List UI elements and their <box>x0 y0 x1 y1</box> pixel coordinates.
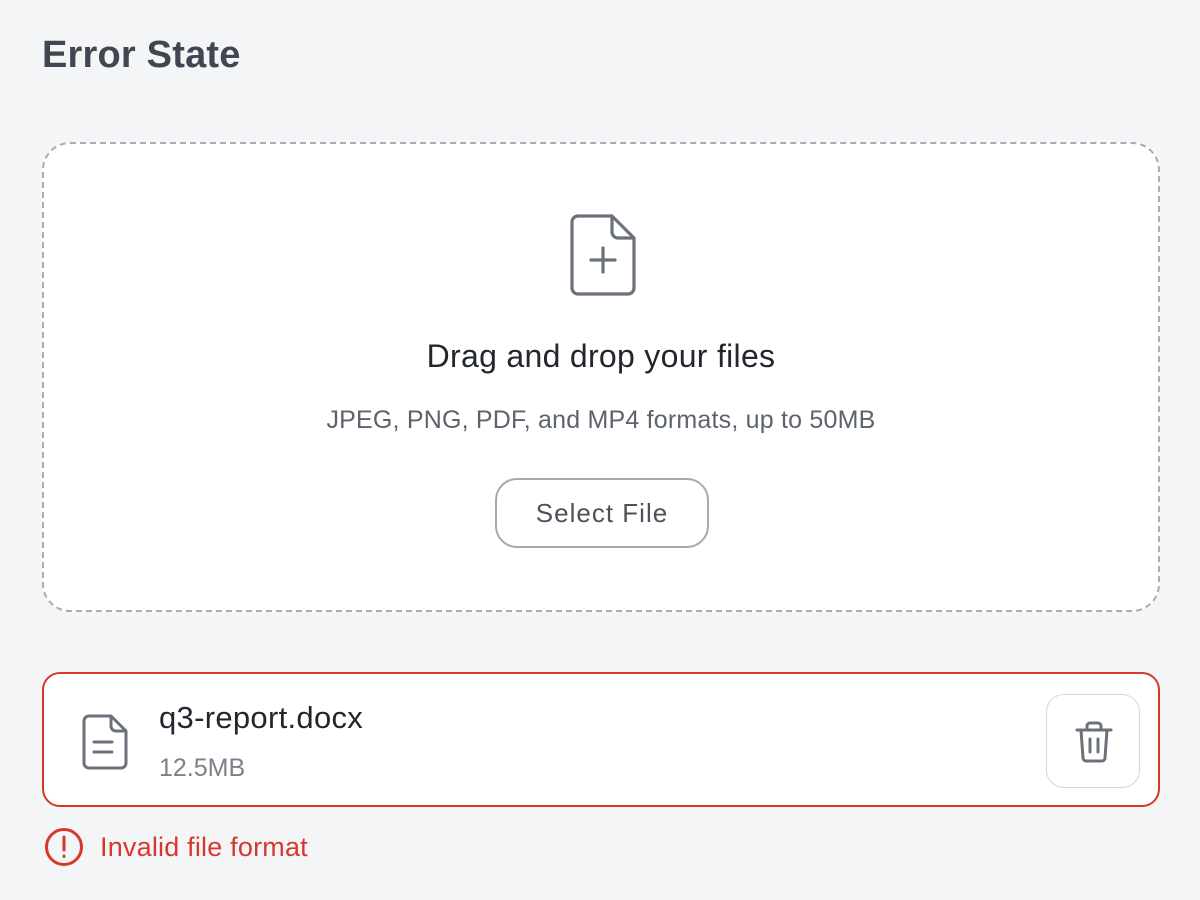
error-message-row: Invalid file format <box>44 826 308 868</box>
file-size: 12.5MB <box>159 754 246 782</box>
delete-file-button[interactable] <box>1046 694 1140 788</box>
dropzone-heading: Drag and drop your files <box>426 338 776 374</box>
upload-page: Error State Drag and drop your files JPE… <box>0 0 1200 900</box>
error-message: Invalid file format <box>100 831 308 862</box>
file-text-icon <box>82 714 128 770</box>
page-title: Error State <box>42 34 241 76</box>
select-file-button[interactable]: Select File <box>495 478 709 548</box>
file-dropzone[interactable]: Drag and drop your files JPEG, PNG, PDF,… <box>42 142 1160 612</box>
alert-circle-icon <box>45 828 83 866</box>
uploaded-file-card: q3-report.docx 12.5MB <box>42 672 1160 807</box>
dropzone-format-hint: JPEG, PNG, PDF, and MP4 formats, up to 5… <box>326 406 876 434</box>
file-name: q3-report.docx <box>159 700 364 735</box>
file-plus-icon <box>570 214 636 296</box>
trash-icon <box>1075 721 1113 763</box>
